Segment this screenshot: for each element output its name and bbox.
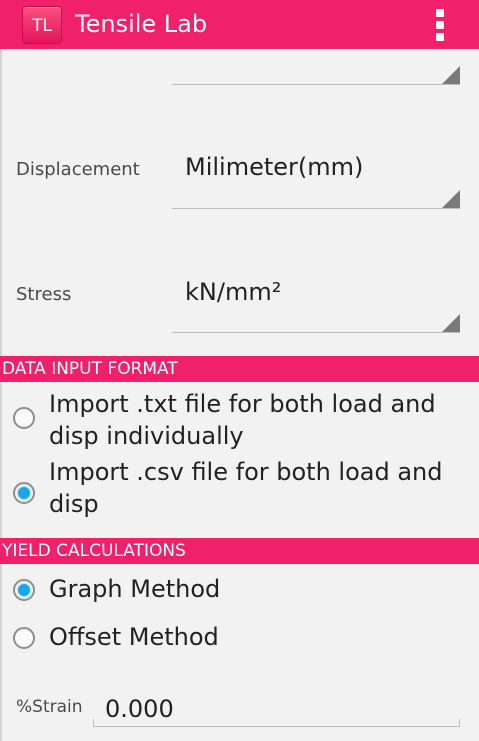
strain-input-tick	[93, 719, 94, 727]
radio-offset-method[interactable]: Offset Method	[0, 621, 479, 657]
radio-label: Offset Method	[49, 623, 219, 651]
action-bar: TL Tensile Lab	[0, 0, 479, 49]
radio-graph-method[interactable]: Graph Method	[0, 573, 479, 609]
radio-button-icon[interactable]	[13, 627, 35, 649]
overflow-menu-icon[interactable]	[430, 8, 450, 42]
radio-label-line1: Import .csv file for both load and	[49, 458, 443, 486]
radio-button-checked-icon[interactable]	[13, 482, 35, 504]
radio-button-icon[interactable]	[13, 407, 35, 429]
spinner-underline	[172, 332, 460, 333]
strain-label: %Strain	[16, 697, 83, 717]
displacement-value: Milimeter(mm)	[185, 153, 364, 181]
strain-input-tick	[459, 719, 460, 727]
dropdown-arrow-icon	[442, 66, 460, 84]
stress-value: kN/mm²	[185, 278, 282, 306]
displacement-label: Displacement	[16, 159, 140, 180]
radio-button-checked-icon[interactable]	[13, 579, 35, 601]
radio-import-csv[interactable]: Import .csv file for both load and disp	[0, 456, 479, 520]
radio-import-txt[interactable]: Import .txt file for both load and disp …	[0, 388, 479, 452]
yield-calculations-header: YIELD CALCULATIONS	[0, 538, 479, 564]
dropdown-arrow-icon	[442, 190, 460, 208]
radio-label-line2: disp individually	[49, 422, 244, 450]
app-title: Tensile Lab	[75, 10, 208, 38]
strain-input-underline	[93, 726, 460, 727]
strain-input[interactable]	[93, 690, 461, 728]
data-input-format-header: DATA INPUT FORMAT	[0, 356, 479, 382]
spinner-underline	[172, 208, 460, 209]
stress-label: Stress	[16, 284, 72, 305]
radio-label: Graph Method	[49, 575, 221, 603]
radio-label-line1: Import .txt file for both load and	[49, 390, 436, 418]
app-icon[interactable]: TL	[22, 6, 62, 44]
spinner-underline	[172, 84, 460, 85]
dropdown-arrow-icon	[442, 314, 460, 332]
radio-label-line2: disp	[49, 490, 99, 518]
